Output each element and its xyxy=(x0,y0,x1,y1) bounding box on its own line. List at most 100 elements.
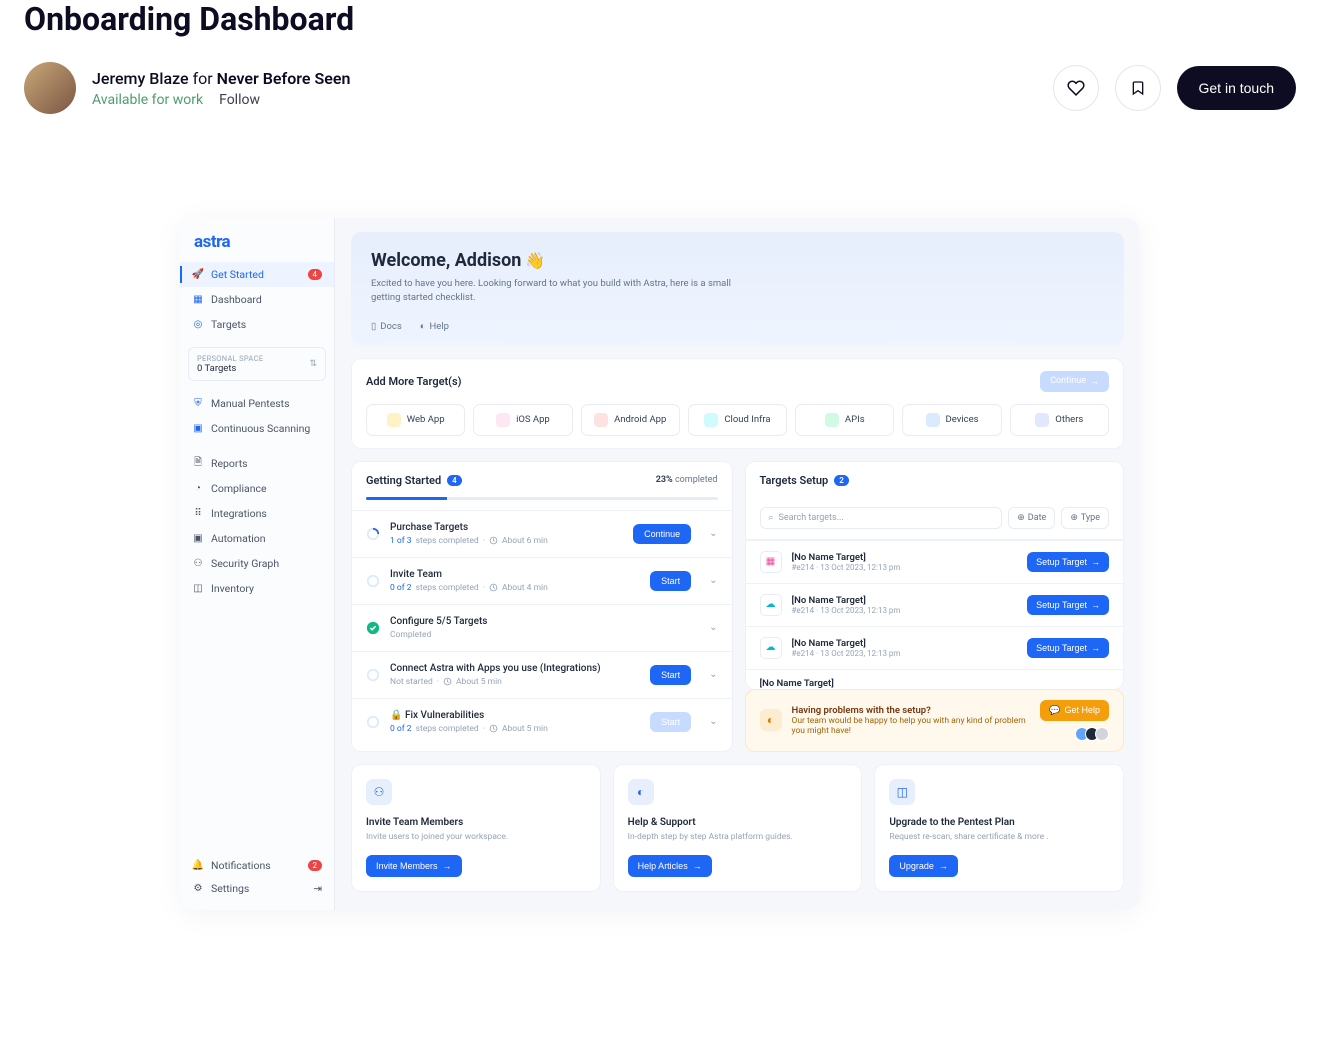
sidebar-item-settings[interactable]: ⚙ Settings ⇥ xyxy=(180,877,334,900)
help-icon: ◐ xyxy=(420,321,426,332)
sidebar-item-security-graph[interactable]: ⚇ Security Graph xyxy=(180,551,334,576)
docs-link[interactable]: ▯Docs xyxy=(371,321,402,332)
lock-icon: 🔒 xyxy=(390,710,402,721)
follow-link[interactable]: Follow xyxy=(219,92,260,108)
help-strip: ◐ Having problems with the setup? Our te… xyxy=(745,689,1125,752)
search-input[interactable]: ⌕ Search targets... xyxy=(760,507,1003,529)
like-button[interactable] xyxy=(1053,65,1099,111)
continue-button-disabled: Continue → xyxy=(1040,371,1109,392)
sidebar-item-inventory[interactable]: ◫ Inventory xyxy=(180,576,334,601)
get-help-button[interactable]: 💬Get Help xyxy=(1040,700,1109,721)
gs-row-fix[interactable]: 🔒 Fix Vulnerabilities 0 of 2 steps compl… xyxy=(352,698,732,745)
target-icon: ◎ xyxy=(192,319,204,331)
sidebar-item-compliance[interactable]: ◔ Compliance xyxy=(180,476,334,501)
rocket-icon: 🚀 xyxy=(192,269,204,281)
start-button[interactable]: Start xyxy=(650,665,691,685)
puzzle-icon: ⠿ xyxy=(192,508,204,520)
filter-date[interactable]: ⊕Date xyxy=(1008,507,1055,529)
welcome-subtitle: Excited to have you here. Looking forwar… xyxy=(371,277,751,305)
sidebar-item-integrations[interactable]: ⠿ Integrations xyxy=(180,501,334,526)
sidebar-item-continuous-scanning[interactable]: ▣ Continuous Scanning xyxy=(180,416,334,441)
setup-target-button[interactable]: Setup Target→ xyxy=(1027,638,1109,658)
start-button[interactable]: Start xyxy=(650,571,691,591)
target-row[interactable]: ▦ [No Name Target] #e214 · 13 Oct 2023, … xyxy=(746,540,1124,583)
setup-target-button[interactable]: Setup Target→ xyxy=(1027,552,1109,572)
arrow-right-icon: → xyxy=(1091,600,1100,610)
gs-row-configure[interactable]: Configure 5/5 Targets Completed ⌄ xyxy=(352,604,732,651)
android-icon xyxy=(594,413,608,427)
chip-android-app[interactable]: Android App xyxy=(581,404,680,436)
shield-icon: ⛨ xyxy=(192,398,204,410)
plus-circle-icon: ⊕ xyxy=(1017,513,1025,523)
workspace-selector[interactable]: PERSONAL SPACE 0 Targets ⇅ xyxy=(188,347,326,381)
target-row-partial: [No Name Target] xyxy=(746,669,1124,689)
chip-others[interactable]: Others xyxy=(1010,404,1109,436)
target-row[interactable]: ☁ [No Name Target] #e214 · 13 Oct 2023, … xyxy=(746,626,1124,669)
others-icon xyxy=(1035,413,1049,427)
get-in-touch-button[interactable]: Get in touch xyxy=(1177,66,1297,110)
brand-logo[interactable]: astra xyxy=(180,218,334,262)
author-name: Jeremy Blaze for Never Before Seen xyxy=(92,69,350,88)
chip-apis[interactable]: APIs xyxy=(795,404,894,436)
sidebar-item-notifications[interactable]: 🔔 Notifications 2 xyxy=(180,854,334,877)
arrow-right-icon: → xyxy=(693,861,702,871)
getting-started-card: Getting Started 4 23% completed Purchase… xyxy=(351,461,733,752)
author-row: Jeremy Blaze for Never Before Seen Avail… xyxy=(24,62,1296,114)
welcome-title: Welcome, Addison👋 xyxy=(371,250,1104,271)
question-icon: ◐ xyxy=(760,709,782,731)
gs-progress-text: 23% completed xyxy=(656,475,718,485)
check-circle-icon: ◔ xyxy=(192,483,204,495)
sidebar-item-dashboard[interactable]: ▦ Dashboard xyxy=(180,287,334,312)
ios-icon xyxy=(496,413,510,427)
bookmark-button[interactable] xyxy=(1115,65,1161,111)
gs-count-badge: 4 xyxy=(447,475,462,486)
chevron-down-icon[interactable]: ⌄ xyxy=(709,622,717,633)
scan-icon: ▣ xyxy=(192,423,204,435)
invite-members-button[interactable]: Invite Members→ xyxy=(366,855,462,877)
bell-icon: 🔔 xyxy=(192,859,204,871)
chip-devices[interactable]: Devices xyxy=(902,404,1001,436)
bookmark-icon xyxy=(1130,79,1146,97)
notif-badge: 2 xyxy=(308,860,323,871)
team-avatars xyxy=(1079,727,1109,741)
chevron-down-icon[interactable]: ⌄ xyxy=(709,669,717,680)
sidebar-item-manual-pentests[interactable]: ⛨ Manual Pentests xyxy=(180,391,334,416)
file-icon: 🗎 xyxy=(192,458,204,470)
target-type-icon: ☁ xyxy=(760,637,782,659)
graph-icon: ⚇ xyxy=(192,558,204,570)
chevron-down-icon[interactable]: ⌄ xyxy=(709,575,717,586)
sidebar-item-get-started[interactable]: 🚀 Get Started 4 xyxy=(180,262,334,287)
chip-ios-app[interactable]: iOS App xyxy=(473,404,572,436)
upgrade-button[interactable]: Upgrade→ xyxy=(889,855,958,877)
progress-circle-icon xyxy=(366,715,380,729)
dashboard-shot: astra 🚀 Get Started 4 ▦ Dashboard ◎ Targ… xyxy=(180,218,1140,910)
continue-button[interactable]: Continue xyxy=(633,524,691,544)
plus-circle-icon: ⊕ xyxy=(1070,513,1078,523)
chip-cloud-infra[interactable]: Cloud Infra xyxy=(688,404,787,436)
help-link[interactable]: ◐Help xyxy=(420,321,449,332)
target-row[interactable]: ☁ [No Name Target] #e214 · 13 Oct 2023, … xyxy=(746,583,1124,626)
gs-row-purchase[interactable]: Purchase Targets 1 of 3 steps completed … xyxy=(352,510,732,557)
getting-started-title: Getting Started xyxy=(366,474,441,487)
gs-row-invite[interactable]: Invite Team 0 of 2 steps completed · Abo… xyxy=(352,557,732,604)
arrow-right-icon: → xyxy=(1090,376,1099,387)
arrow-right-icon: → xyxy=(1091,643,1100,653)
sidebar-item-targets[interactable]: ◎ Targets xyxy=(180,312,334,337)
add-targets-title: Add More Target(s) xyxy=(366,375,462,388)
author-avatar[interactable] xyxy=(24,62,76,114)
available-for-work[interactable]: Available for work xyxy=(92,92,203,108)
logout-icon[interactable]: ⇥ xyxy=(313,882,322,895)
filter-type[interactable]: ⊕Type xyxy=(1061,507,1109,529)
arrow-right-icon: → xyxy=(1091,557,1100,567)
help-articles-button[interactable]: Help Articles→ xyxy=(628,855,712,877)
gs-row-connect[interactable]: Connect Astra with Apps you use (Integra… xyxy=(352,651,732,698)
chip-web-app[interactable]: Web App xyxy=(366,404,465,436)
check-circle-icon xyxy=(366,621,380,635)
sidebar-item-reports[interactable]: 🗎 Reports xyxy=(180,451,334,476)
chevron-down-icon[interactable]: ⌄ xyxy=(709,528,717,539)
chevron-down-icon[interactable]: ⌄ xyxy=(709,716,717,727)
gear-icon: ⚙ xyxy=(192,882,204,894)
setup-target-button[interactable]: Setup Target→ xyxy=(1027,595,1109,615)
cloud-icon xyxy=(704,413,718,427)
sidebar-item-automation[interactable]: ▣ Automation xyxy=(180,526,334,551)
